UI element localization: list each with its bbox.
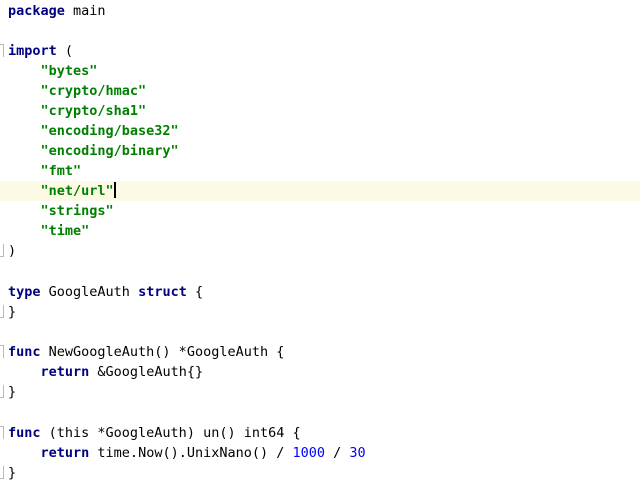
fold-marker-icon[interactable] bbox=[0, 244, 4, 257]
code-text: (this *GoogleAuth) un() int64 { bbox=[40, 425, 301, 441]
code-text: / bbox=[325, 445, 350, 461]
keyword: struct bbox=[138, 284, 187, 300]
code-line[interactable]: func (this *GoogleAuth) un() int64 { bbox=[0, 423, 640, 443]
code-line[interactable] bbox=[0, 402, 640, 422]
string-literal: "crypto/sha1" bbox=[40, 103, 147, 119]
keyword: import bbox=[8, 43, 57, 59]
code-text: } bbox=[8, 384, 17, 400]
code-line[interactable]: "encoding/binary" bbox=[0, 141, 640, 161]
text-caret bbox=[113, 182, 116, 198]
code-text: &GoogleAuth{} bbox=[89, 364, 204, 380]
fold-marker-icon[interactable] bbox=[0, 305, 4, 318]
code-line[interactable]: } bbox=[0, 302, 640, 322]
keyword: return bbox=[40, 364, 90, 380]
code-line[interactable]: ) bbox=[0, 241, 640, 261]
keyword: func bbox=[8, 425, 41, 441]
code-line[interactable]: return &GoogleAuth{} bbox=[0, 362, 640, 382]
code-text: ( bbox=[56, 43, 74, 59]
current-code-line[interactable]: "net/url" bbox=[0, 181, 640, 201]
fold-marker-icon[interactable] bbox=[0, 385, 4, 398]
fold-marker-icon[interactable] bbox=[0, 345, 4, 358]
code-line[interactable]: func NewGoogleAuth() *GoogleAuth { bbox=[0, 342, 640, 362]
number-literal: 1000 bbox=[292, 445, 326, 461]
string-literal: "fmt" bbox=[40, 163, 82, 179]
code-line[interactable]: "fmt" bbox=[0, 161, 640, 181]
code-line[interactable]: "strings" bbox=[0, 201, 640, 221]
code-line[interactable] bbox=[0, 322, 640, 342]
code-line[interactable]: } bbox=[0, 382, 640, 402]
string-literal: "encoding/binary" bbox=[40, 143, 179, 159]
string-literal: "bytes" bbox=[40, 63, 98, 79]
code-line[interactable]: import ( bbox=[0, 41, 640, 61]
code-line[interactable]: type GoogleAuth struct { bbox=[0, 282, 640, 302]
code-text: time.Now().UnixNano() / bbox=[89, 445, 293, 461]
code-line[interactable] bbox=[0, 21, 640, 41]
code-text: NewGoogleAuth() *GoogleAuth { bbox=[40, 344, 285, 360]
code-line[interactable]: "crypto/hmac" bbox=[0, 81, 640, 101]
number-literal: 30 bbox=[349, 445, 366, 461]
code-line[interactable]: "bytes" bbox=[0, 61, 640, 81]
code-text: } bbox=[8, 465, 17, 481]
code-line[interactable]: return time.Now().UnixNano() / 1000 / 30 bbox=[0, 443, 640, 463]
string-literal: "strings" bbox=[40, 203, 114, 219]
keyword: package bbox=[8, 3, 65, 19]
keyword: type bbox=[8, 284, 41, 300]
code-text: { bbox=[186, 284, 204, 300]
code-line[interactable]: "time" bbox=[0, 221, 640, 241]
string-literal: "time" bbox=[40, 223, 90, 239]
code-line[interactable] bbox=[0, 261, 640, 281]
string-literal: "net/url" bbox=[40, 183, 114, 199]
keyword: func bbox=[8, 344, 41, 360]
string-literal: "crypto/hmac" bbox=[40, 83, 147, 99]
code-line[interactable]: "encoding/base32" bbox=[0, 121, 640, 141]
code-line[interactable]: } bbox=[0, 463, 640, 483]
code-text: ) bbox=[8, 243, 17, 259]
string-literal: "encoding/base32" bbox=[40, 123, 179, 139]
code-editor[interactable]: package main import ( "bytes" "crypto/hm… bbox=[0, 0, 640, 496]
fold-marker-icon[interactable] bbox=[0, 44, 4, 57]
code-text: } bbox=[8, 304, 17, 320]
code-line[interactable]: "crypto/sha1" bbox=[0, 101, 640, 121]
fold-marker-icon[interactable] bbox=[0, 426, 4, 439]
code-text: main bbox=[64, 3, 106, 19]
code-line[interactable]: package main bbox=[0, 1, 640, 21]
fold-marker-icon[interactable] bbox=[0, 466, 4, 479]
keyword: return bbox=[40, 445, 90, 461]
code-text: GoogleAuth bbox=[40, 284, 139, 300]
